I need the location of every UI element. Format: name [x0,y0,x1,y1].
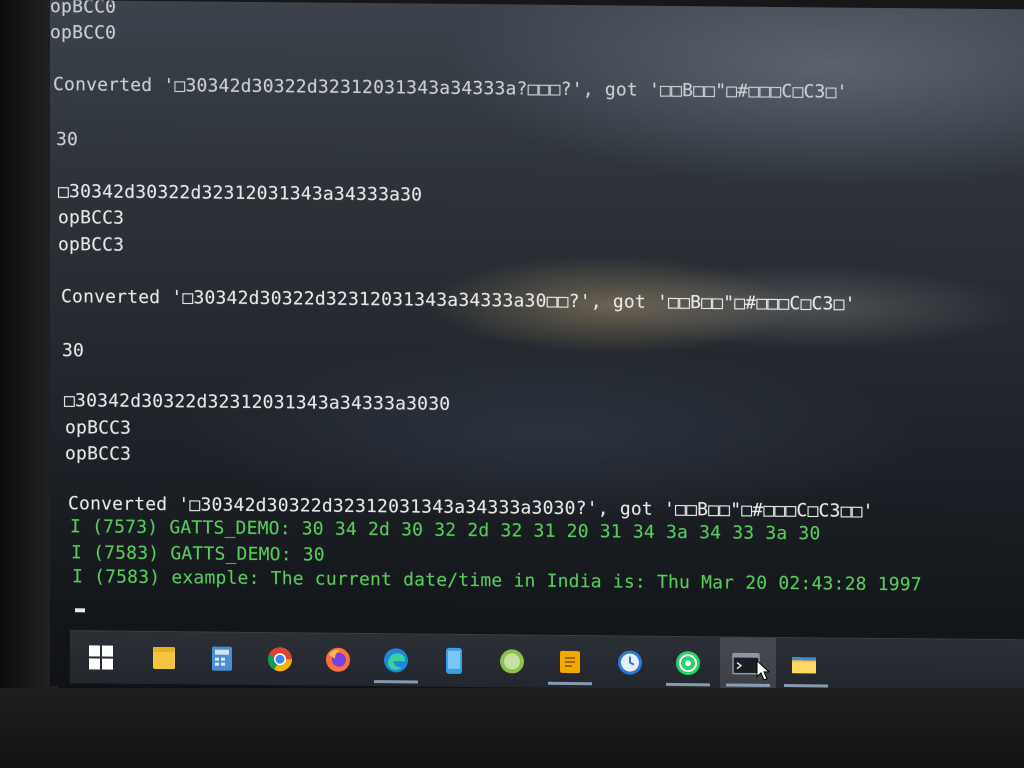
monitor-bezel-bottom [0,688,1024,768]
photo-of-monitor: opBCC0 opBCC0 Converted '□30342d30322d32… [0,0,1024,768]
terminal-line: opBCC0 [50,22,117,44]
terminal-line: opBCC3 [65,443,132,465]
notes-app-icon[interactable] [556,648,584,676]
log-line: I (7583) GATTS_DEMO: 30 [71,542,325,566]
sticky-notes-icon[interactable] [150,644,178,672]
terminal-line: opBCC0 [50,0,117,18]
chrome-icon[interactable] [266,645,294,673]
globe-app-icon[interactable] [498,647,526,675]
phone-app-icon[interactable] [440,647,468,675]
terminal-line: Converted '□30342d30322d32312031343a3433… [53,74,848,103]
whatsapp-icon[interactable] [674,649,702,677]
running-indicator [548,681,592,686]
terminal-line: Converted '□30342d30322d32312031343a3433… [61,286,856,315]
log-line: I (7573) GATTS_DEMO: 30 34 2d 30 32 2d 3… [70,516,821,545]
firefox-icon[interactable] [324,646,352,674]
terminal-line: 30 [62,340,85,362]
running-indicator [666,682,710,687]
log-line: I (7583) example: The current date/time … [72,566,922,596]
terminal-line: □30342d30322d32312031343a34333a3030 [64,390,451,415]
edge-icon[interactable] [382,646,410,674]
mouse-pointer-icon [756,659,770,681]
clock-app-icon[interactable] [616,648,644,676]
terminal-window[interactable]: opBCC0 opBCC0 Converted '□30342d30322d32… [50,0,1024,696]
running-indicator [784,684,828,688]
windows-taskbar [70,630,1024,693]
terminal-line: 30 [56,129,79,151]
running-indicator [726,683,770,687]
terminal-line: opBCC3 [58,234,125,256]
terminal-line: □30342d30322d32312031343a34333a30 [58,181,423,206]
windows-start-icon[interactable] [88,643,116,671]
calculator-icon[interactable] [208,645,236,673]
terminal-line: opBCC3 [65,417,132,439]
running-indicator [374,680,418,684]
terminal-cursor [75,608,85,613]
terminal-line: opBCC3 [58,207,125,229]
file-explorer-icon[interactable] [790,650,818,678]
